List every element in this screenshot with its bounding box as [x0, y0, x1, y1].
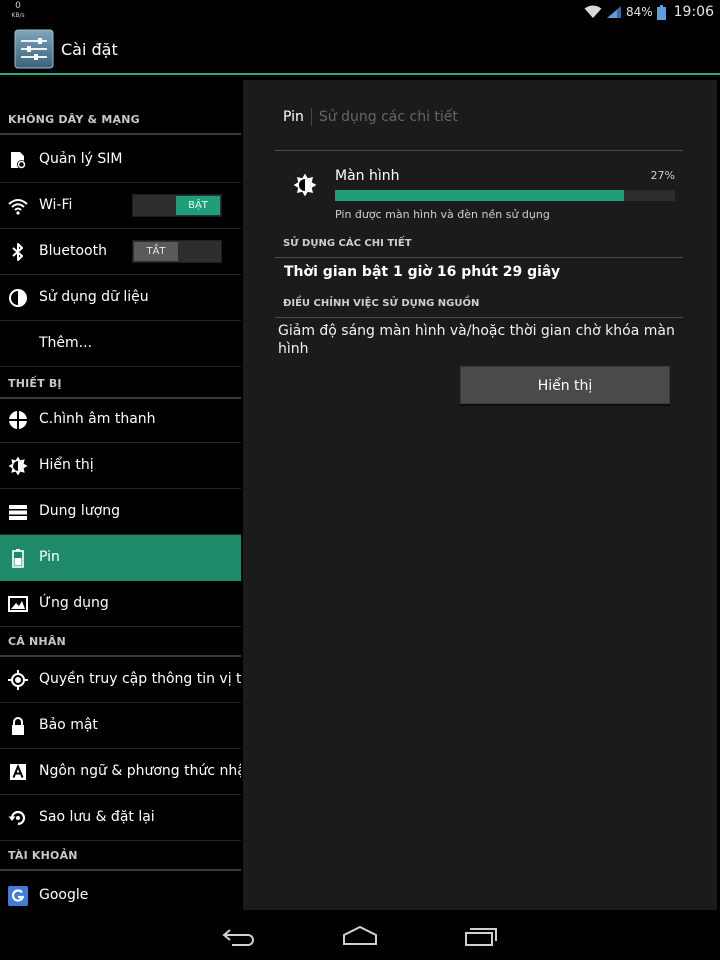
usage-item-description: Pin được màn hình và đèn nền sử dụng — [335, 208, 550, 221]
section-header-accounts: TÀI KHOẢN — [0, 815, 241, 871]
section-header-label: KHÔNG DÂY & MẠNG — [8, 113, 140, 126]
section-header-label: TÀI KHOẢN — [8, 849, 78, 862]
sidebar-item-label: Sử dụng dữ liệu — [39, 289, 149, 305]
divider — [275, 257, 683, 258]
battery-status-icon — [656, 4, 666, 20]
navigation-bar — [0, 912, 720, 960]
brightness-icon — [8, 456, 28, 476]
usage-item-name: Màn hình — [335, 168, 400, 184]
sidebar-item-storage[interactable]: Dung lượng — [0, 489, 241, 535]
home-icon[interactable] — [340, 924, 380, 948]
action-bar: Cài đặt — [0, 24, 720, 75]
battery-percent: 84% — [625, 5, 653, 19]
sidebar-item-label: Pin — [39, 549, 60, 565]
sidebar-item-bluetooth[interactable]: Bluetooth TẮT — [0, 229, 241, 275]
divider — [275, 150, 683, 151]
section-header-label: CÁ NHÂN — [8, 635, 66, 648]
usage-details-header: SỬ DỤNG CÁC CHI TIẾT — [283, 238, 412, 249]
settings-sliders-icon[interactable] — [14, 29, 54, 69]
sim-card-icon — [11, 152, 26, 169]
usage-item-percent: 27% — [650, 169, 675, 182]
wifi-toggle[interactable]: BẬT — [132, 194, 222, 217]
cell-signal-icon — [606, 6, 621, 18]
power-adjust-header: ĐIỀU CHỈNH VIỆC SỬ DỤNG NGUỒN — [283, 298, 480, 309]
sidebar-item-label: Quản lý SIM — [39, 151, 123, 167]
sound-icon — [9, 411, 27, 429]
sidebar-item-display[interactable]: Hiển thị — [0, 443, 241, 489]
sidebar-item-label: Bluetooth — [39, 243, 107, 259]
lock-icon — [12, 717, 24, 735]
bluetooth-toggle-state: TẮT — [134, 242, 178, 261]
sidebar-item-sim[interactable]: Quản lý SIM — [0, 137, 241, 183]
settings-list[interactable]: KHÔNG DÂY & MẠNG Quản lý SIM Wi-Fi BẬT B… — [0, 77, 241, 910]
data-usage-icon — [9, 289, 27, 307]
breadcrumb-separator — [310, 108, 312, 126]
section-header-personal: CÁ NHÂN — [0, 601, 241, 657]
sidebar-item-data-usage[interactable]: Sử dụng dữ liệu — [0, 275, 241, 321]
brightness-icon — [293, 173, 317, 197]
sidebar-item-label: Quyền truy cập thông tin vị trí — [39, 671, 241, 687]
divider — [275, 317, 683, 318]
usage-progress-bar — [335, 190, 675, 201]
location-icon — [8, 670, 28, 690]
clock: 19:06 — [673, 4, 714, 20]
display-settings-button[interactable]: Hiển thị — [460, 366, 670, 404]
section-header-device: THIẾT BỊ — [0, 339, 241, 399]
battery-icon — [12, 549, 24, 568]
back-icon[interactable] — [220, 924, 260, 948]
recents-icon[interactable] — [460, 924, 500, 948]
bluetooth-toggle[interactable]: TẮT — [132, 240, 222, 263]
sidebar-item-battery[interactable]: Pin — [0, 535, 241, 581]
time-on-text: Thời gian bật 1 giờ 16 phút 29 giây — [284, 264, 561, 280]
sidebar-item-label: Hiển thị — [39, 457, 94, 473]
section-header-wireless: KHÔNG DÂY & MẠNG — [0, 77, 241, 135]
sidebar-item-label: Wi-Fi — [39, 197, 73, 213]
network-speed-unit: KB/s — [11, 12, 25, 19]
power-adjust-text: Giảm độ sáng màn hình và/hoặc thời gian … — [278, 323, 675, 357]
network-speed-value: 0 — [15, 1, 21, 11]
breadcrumb-item-usage-details: Sử dụng các chi tiết — [318, 109, 458, 125]
google-icon — [8, 886, 28, 906]
breadcrumb-item-battery[interactable]: Pin — [283, 109, 304, 125]
wifi-toggle-state: BẬT — [176, 196, 220, 215]
sidebar-item-security[interactable]: Bảo mật — [0, 703, 241, 749]
sidebar-item-label: Ngôn ngữ & phương thức nhập — [39, 763, 241, 779]
sidebar-item-wifi[interactable]: Wi-Fi BẬT — [0, 183, 241, 229]
sidebar-item-location[interactable]: Quyền truy cập thông tin vị trí — [0, 657, 241, 703]
wifi-icon — [8, 199, 28, 215]
language-icon — [10, 763, 26, 780]
bluetooth-icon — [12, 243, 23, 261]
breadcrumb: Pin Sử dụng các chi tiết — [283, 108, 458, 126]
usage-progress-fill — [335, 190, 624, 201]
status-indicators: 84% 19:06 — [584, 0, 714, 24]
app-title: Cài đặt — [61, 40, 118, 59]
sidebar-item-sound[interactable]: C.hình âm thanh — [0, 397, 241, 443]
sidebar-item-language[interactable]: Ngôn ngữ & phương thức nhập — [0, 749, 241, 795]
network-speed: 0 KB/s — [8, 2, 28, 20]
wifi-signal-icon — [584, 5, 602, 18]
sidebar-item-label: Dung lượng — [39, 503, 120, 519]
section-header-label: THIẾT BỊ — [8, 377, 62, 390]
storage-icon — [9, 505, 27, 520]
battery-detail-pane: Pin Sử dụng các chi tiết Màn hình 27% Pin… — [243, 80, 717, 910]
sidebar-item-label: Bảo mật — [39, 717, 98, 733]
sidebar-item-label: C.hình âm thanh — [39, 411, 156, 427]
sidebar-item-label: Google — [39, 887, 89, 903]
status-bar: 0 KB/s 84% 19:06 — [0, 0, 720, 24]
